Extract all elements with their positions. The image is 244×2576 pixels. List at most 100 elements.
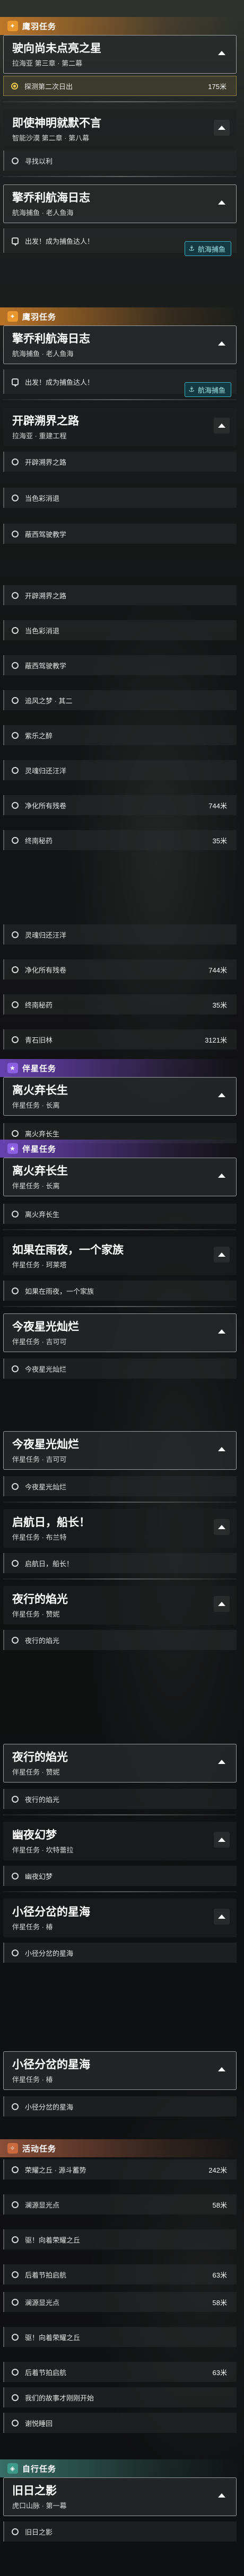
quest-card[interactable]: 开辟溯界之路 拉海亚 · 重建工程	[3, 408, 237, 446]
section-header-explore: ◈ 自行任务	[0, 2459, 241, 2477]
quest-step[interactable]: 旧日之影	[3, 2521, 237, 2542]
collapse-arrow-icon[interactable]	[214, 1324, 230, 1339]
quest-step[interactable]: 寻找以利	[3, 151, 237, 171]
collapse-arrow-icon[interactable]	[214, 2061, 230, 2077]
quest-step[interactable]: 启航日，船长！	[3, 1553, 237, 1573]
quest-step[interactable]: 蔽西驾驶教学	[3, 655, 237, 675]
collapse-arrow-icon[interactable]	[214, 1247, 230, 1263]
quest-step[interactable]: 青石旧林 3121米	[3, 1029, 237, 1049]
quest-step[interactable]: 净化所有残卷 744米	[3, 795, 237, 815]
quest-step[interactable]: 开辟溯界之路	[3, 585, 237, 605]
star-icon: ★	[7, 1143, 18, 1154]
collapse-arrow-icon[interactable]	[214, 1596, 230, 1612]
quest-step[interactable]: 夜行的焰光	[3, 1789, 237, 1809]
quest-card[interactable]: 即使神明就默不言 智能沙漠 第二章 · 第八幕	[3, 110, 237, 148]
quest-panel-11: ◈ 自行任务 旧日之影 虎口山脉 · 第一幕 旧日之影	[0, 2459, 241, 2542]
collapse-arrow-icon[interactable]	[214, 1519, 230, 1535]
collapse-arrow-icon[interactable]	[214, 1832, 230, 1848]
quest-step[interactable]: 驱！向着荣耀之丘	[3, 2327, 237, 2347]
quest-card[interactable]: 驶向尚未点亮之星 拉海亚 第三章 · 第二幕	[3, 35, 237, 74]
quest-step[interactable]: 紫乐之醉	[3, 725, 237, 745]
quest-step[interactable]: 我们的故事才刚刚开始	[3, 2387, 237, 2407]
collapse-arrow-icon[interactable]	[214, 336, 230, 351]
quest-step[interactable]: 灵魂归还汪洋	[3, 760, 237, 780]
quest-card[interactable]: 今夜星光灿烂 伴星任务 · 吉可可	[3, 1431, 237, 1470]
quest-step[interactable]: 后着节拍启航 63米	[3, 2362, 237, 2382]
quest-panel-5: ★ 伴星任务 离火弃长生 伴星任务 · 长离 离火弃长生 如果在雨夜，一个家族 …	[0, 1140, 241, 1379]
quest-step[interactable]: 澜源显光点 58米	[3, 2194, 237, 2215]
quest-subtitle: 伴星任务 · 珂莱塔	[12, 1261, 67, 1269]
quest-step[interactable]: 探测第二次日出 175米	[3, 76, 237, 96]
collapse-arrow-icon[interactable]	[214, 2487, 230, 2503]
collapse-arrow-icon[interactable]	[214, 1168, 230, 1184]
objective-marker-icon	[12, 2166, 19, 2173]
quest-card[interactable]: 小径分岔的星海 伴星任务 · 椿	[3, 2051, 237, 2090]
collapse-arrow-icon[interactable]	[214, 1087, 230, 1103]
quest-card[interactable]: 离火弃长生 伴星任务 · 长离	[3, 1158, 237, 1196]
quest-subtitle: 伴星任务 · 吉可可	[12, 1338, 67, 1346]
quest-card[interactable]: 今夜星光灿烂 伴星任务 · 吉可可	[3, 1313, 237, 1352]
collapse-arrow-icon[interactable]	[214, 1441, 230, 1457]
quest-step[interactable]: 荣耀之丘 · 源斗蓄势 242米	[3, 2159, 237, 2180]
quest-step[interactable]: 出发！成为捕鱼达人！ ⚓ 航海捕鱼	[3, 369, 237, 397]
objective-marker-icon	[12, 157, 19, 164]
quest-card[interactable]: 小径分岔的星海 伴星任务 · 椿	[3, 1899, 237, 1937]
quest-step[interactable]: 谢悦睡回	[3, 2413, 237, 2433]
quest-subtitle: 伴星任务 · 布兰特	[12, 1533, 67, 1541]
quest-panel-10: 澜源显光点 58米 驱！向着荣耀之丘 后着节拍启航 63米 我们的故事才刚刚开始 谢…	[0, 2290, 241, 2433]
collapse-arrow-icon[interactable]	[214, 1909, 230, 1925]
quest-title: 幽夜幻梦	[12, 1829, 57, 1841]
quest-card[interactable]: 旧日之影 虎口山脉 · 第一幕	[3, 2477, 237, 2516]
quest-step[interactable]: 夜行的焰光	[3, 1630, 237, 1650]
quest-subtitle: 伴星任务 · 赞妮	[12, 1768, 60, 1776]
collapse-arrow-icon[interactable]	[214, 418, 230, 434]
collapse-arrow-icon[interactable]	[214, 1754, 230, 1770]
quest-step[interactable]: 当色彩消退	[3, 488, 237, 508]
collapse-arrow-icon[interactable]	[214, 45, 230, 61]
quest-step[interactable]: 后着节拍启航 63米	[3, 2264, 237, 2284]
objective-marker-icon	[12, 2201, 19, 2208]
objective-marker-icon	[12, 494, 19, 501]
quest-card[interactable]: 启航日，船长！ 伴星任务 · 布兰特	[3, 1509, 237, 1548]
quest-title: 擎乔利航海日志	[12, 192, 90, 204]
quest-subtitle: 智能沙漠 第二章 · 第八幕	[12, 134, 90, 142]
quest-step[interactable]: 离火弃长生	[3, 1204, 237, 1224]
fishing-tag[interactable]: ⚓ 航海捕鱼	[185, 382, 231, 397]
quest-card[interactable]: 幽夜幻梦 伴星任务 · 坎特蕾拉	[3, 1822, 237, 1860]
objective-marker-icon	[12, 1483, 19, 1490]
quest-step[interactable]: 终南秘药 35米	[3, 994, 237, 1014]
quest-step[interactable]: 今夜星光灿烂	[3, 1358, 237, 1379]
fishing-tag[interactable]: ⚓ 航海捕鱼	[185, 241, 231, 256]
quest-card[interactable]: 夜行的焰光 伴星任务 · 赞妮	[3, 1586, 237, 1625]
quest-step[interactable]: 驱！向着荣耀之丘	[3, 2229, 237, 2249]
section-header-companion: ★ 伴星任务	[0, 1140, 241, 1158]
quest-card[interactable]: 擎乔利航海日志 航海捕鱼 · 老人鱼海	[3, 325, 237, 364]
quest-card[interactable]: 夜行的焰光 伴星任务 · 赞妮	[3, 1744, 237, 1783]
quest-panel-4: 灵魂归还汪洋 净化所有残卷 744米 终南秘药 35米 青石旧林 3121米 ★ 伴星…	[0, 922, 241, 1143]
compass-icon: ◈	[7, 2463, 18, 2474]
quest-card[interactable]: 如果在雨夜，一个家族 伴星任务 · 珂莱塔	[3, 1237, 237, 1275]
quest-step[interactable]: 开辟溯界之路	[3, 452, 237, 472]
quest-step[interactable]: 小径分岔的星海	[3, 2096, 237, 2116]
quest-card[interactable]: 擎乔利航海日志 航海捕鱼 · 老人鱼海	[3, 184, 237, 223]
collapse-arrow-icon[interactable]	[214, 195, 230, 210]
quest-step[interactable]: 净化所有残卷 744米	[3, 959, 237, 980]
quest-card[interactable]: 离火弃长生 伴星任务 · 长离	[3, 1077, 237, 1116]
collapse-arrow-icon[interactable]	[214, 120, 230, 136]
quest-step[interactable]: 澜源显光点 58米	[3, 2292, 237, 2312]
quest-step[interactable]: 今夜星光灿烂	[3, 1476, 237, 1496]
quest-title: 离火弃长生	[12, 1084, 68, 1097]
quest-step[interactable]: 幽夜幻梦	[3, 1866, 237, 1886]
quest-step[interactable]: 蔽西驾驶教学	[3, 524, 237, 544]
quest-title: 擎乔利航海日志	[12, 333, 90, 345]
quest-step[interactable]: 出发！成为捕鱼达人！ ⚓ 航海捕鱼	[3, 228, 237, 256]
quest-step[interactable]: 小径分岔的星海	[3, 1943, 237, 1963]
quest-step[interactable]: 终南秘药 35米	[3, 830, 237, 850]
quest-step[interactable]: 如果在雨夜，一个家族	[3, 1281, 237, 1301]
quest-title: 夜行的焰光	[12, 1593, 68, 1605]
objective-marker-icon	[12, 2271, 19, 2278]
quest-step[interactable]: 追风之梦 · 其二	[3, 690, 237, 710]
distance-label: 35米	[212, 836, 227, 845]
quest-step[interactable]: 灵魂归还汪洋	[3, 924, 237, 945]
quest-step[interactable]: 当色彩消退	[3, 620, 237, 640]
